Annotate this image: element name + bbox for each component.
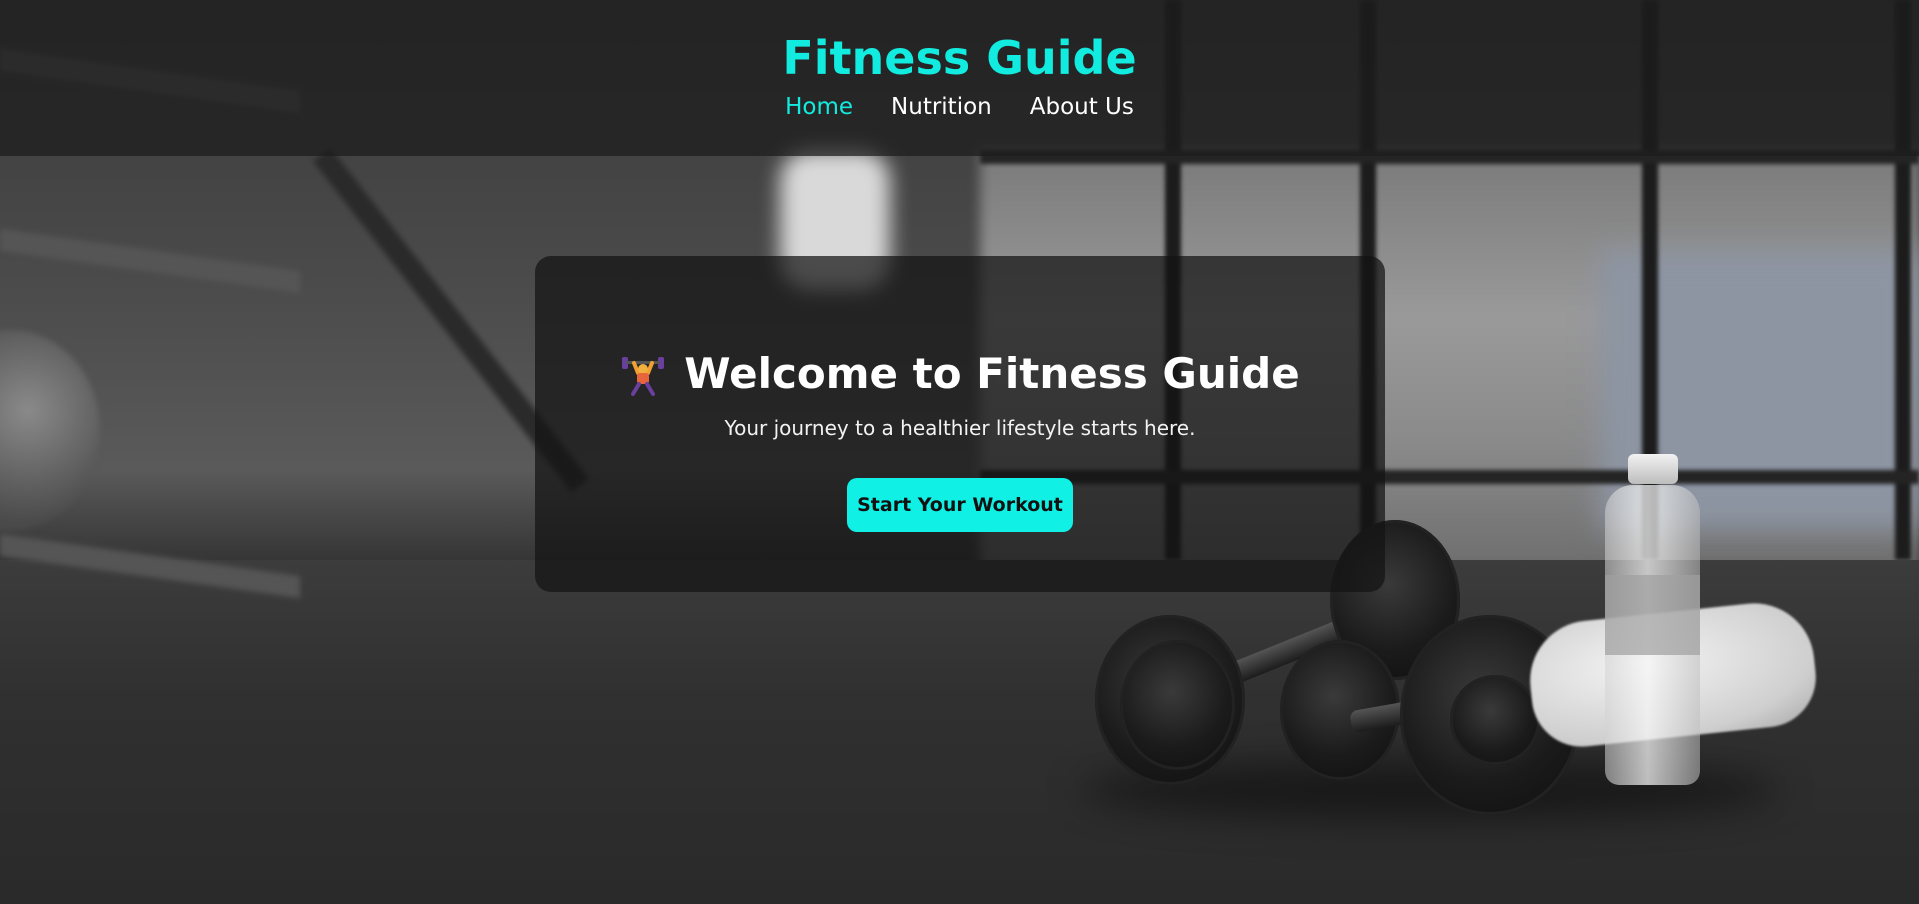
hero-title: Welcome to Fitness Guide — [684, 349, 1300, 398]
page: Fitness Guide Home Nutrition About Us We… — [0, 0, 1919, 904]
weightlifter-icon — [620, 351, 666, 397]
start-workout-button[interactable]: Start Your Workout — [847, 478, 1073, 532]
nav-item-nutrition[interactable]: Nutrition — [891, 94, 992, 120]
main-nav: Home Nutrition About Us — [0, 94, 1919, 120]
hero-subtitle: Your journey to a healthier lifestyle st… — [724, 416, 1196, 440]
hero-heading: Welcome to Fitness Guide — [535, 256, 1385, 400]
site-header: Fitness Guide Home Nutrition About Us — [0, 0, 1919, 156]
nav-item-home[interactable]: Home — [785, 94, 853, 120]
hero-card: Welcome to Fitness Guide Your journey to… — [535, 256, 1385, 592]
nav-item-about-us[interactable]: About Us — [1030, 94, 1134, 120]
site-title[interactable]: Fitness Guide — [0, 0, 1919, 88]
